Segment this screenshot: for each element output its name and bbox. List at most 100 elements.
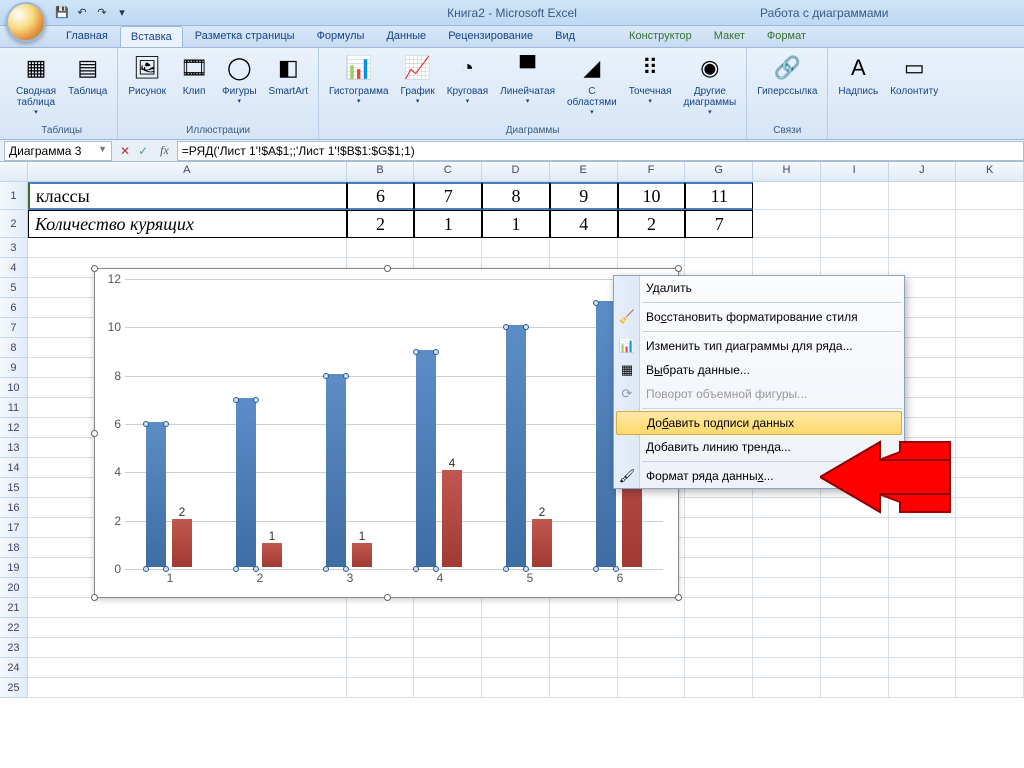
cell[interactable] (28, 618, 347, 638)
cell[interactable] (956, 398, 1024, 418)
cell[interactable] (482, 618, 550, 638)
cell[interactable] (821, 658, 889, 678)
cell-A2[interactable]: Количество курящих (28, 210, 347, 238)
cell[interactable] (347, 618, 415, 638)
row-header[interactable]: 12 (0, 418, 28, 438)
header-footer-button[interactable]: ▭Колонтиту (886, 50, 942, 99)
line-chart-button[interactable]: 📈График▾ (397, 50, 439, 107)
cell[interactable] (956, 498, 1024, 518)
cell[interactable] (889, 638, 957, 658)
row-header[interactable]: 14 (0, 458, 28, 478)
row-header[interactable]: 15 (0, 478, 28, 498)
col-header[interactable]: B (347, 162, 415, 181)
row-header[interactable]: 24 (0, 658, 28, 678)
row-header[interactable]: 16 (0, 498, 28, 518)
cell[interactable] (956, 338, 1024, 358)
shapes-button[interactable]: ◯Фигуры▾ (218, 50, 260, 107)
row-header[interactable]: 1 (0, 182, 28, 210)
cell[interactable] (414, 618, 482, 638)
chart-bar-series2[interactable] (442, 470, 462, 567)
cell[interactable] (618, 598, 686, 618)
cell[interactable] (753, 658, 821, 678)
bar-chart-button[interactable]: ▀Линейчатая▾ (496, 50, 559, 107)
hyperlink-button[interactable]: 🔗Гиперссылка (753, 50, 821, 99)
qat-dropdown-icon[interactable]: ▾ (114, 5, 130, 21)
chart-bar-series1[interactable] (146, 422, 166, 567)
chart-bar-series2[interactable] (172, 519, 192, 567)
select-all-corner[interactable] (0, 162, 28, 181)
cell[interactable] (956, 578, 1024, 598)
cell[interactable] (889, 238, 957, 258)
cell[interactable] (956, 618, 1024, 638)
cell[interactable] (956, 438, 1024, 458)
cell[interactable] (347, 678, 415, 698)
row-header[interactable]: 22 (0, 618, 28, 638)
row-header[interactable]: 18 (0, 538, 28, 558)
cell[interactable] (821, 238, 889, 258)
cell[interactable] (821, 182, 889, 210)
cell[interactable] (550, 678, 618, 698)
cell[interactable] (482, 598, 550, 618)
row-header[interactable]: 19 (0, 558, 28, 578)
chart-bar-series1[interactable] (326, 374, 346, 567)
cell[interactable] (618, 678, 686, 698)
name-box[interactable]: Диаграмма 3 ▼ (4, 141, 112, 161)
column-chart-button[interactable]: 📊Гистограмма▾ (325, 50, 393, 107)
cell[interactable] (28, 658, 347, 678)
ctx-select-data[interactable]: ▦Выбрать данные... (614, 358, 904, 382)
row-header[interactable]: 23 (0, 638, 28, 658)
chart-bar-series2[interactable] (352, 543, 372, 567)
cell-C1[interactable]: 7 (414, 182, 482, 210)
cell[interactable] (821, 210, 889, 238)
tab-home[interactable]: Главная (56, 26, 118, 47)
col-header[interactable]: D (482, 162, 550, 181)
textbox-button[interactable]: AНадпись (834, 50, 882, 99)
cell[interactable] (956, 418, 1024, 438)
cell[interactable] (550, 638, 618, 658)
cell[interactable] (889, 598, 957, 618)
row-header[interactable]: 2 (0, 210, 28, 238)
row-header[interactable]: 25 (0, 678, 28, 698)
cell[interactable] (414, 678, 482, 698)
pivot-table-button[interactable]: ▦Сводная таблица▾ (12, 50, 60, 118)
row-header[interactable]: 9 (0, 358, 28, 378)
cell[interactable] (753, 558, 821, 578)
cell[interactable] (685, 598, 753, 618)
cell[interactable] (685, 498, 753, 518)
cell[interactable] (821, 678, 889, 698)
cell[interactable] (685, 658, 753, 678)
worksheet-grid[interactable]: A B C D E F G H I J K 1 классы 6 7 8 9 1… (0, 162, 1024, 698)
col-header[interactable]: K (956, 162, 1024, 181)
cell[interactable] (685, 618, 753, 638)
cell[interactable] (347, 598, 415, 618)
cell[interactable] (753, 518, 821, 538)
ctx-reset-style[interactable]: 🧹Восстановить форматирование стиля (614, 305, 904, 329)
cell[interactable] (956, 210, 1024, 238)
ctx-change-type[interactable]: 📊Изменить тип диаграммы для ряда... (614, 334, 904, 358)
cell[interactable] (753, 618, 821, 638)
cell[interactable] (956, 558, 1024, 578)
other-charts-button[interactable]: ◉Другие диаграммы▾ (680, 50, 741, 118)
col-header[interactable]: G (685, 162, 753, 181)
cell[interactable] (956, 678, 1024, 698)
cell[interactable] (889, 678, 957, 698)
cell[interactable] (956, 458, 1024, 478)
cell[interactable] (956, 258, 1024, 278)
col-header[interactable]: H (753, 162, 821, 181)
col-header[interactable]: J (889, 162, 957, 181)
table-button[interactable]: ▤Таблица (64, 50, 111, 99)
cell[interactable] (347, 658, 415, 678)
cell[interactable] (956, 658, 1024, 678)
cell[interactable] (821, 578, 889, 598)
clip-button[interactable]: 🎞Клип (174, 50, 214, 99)
col-header[interactable]: I (821, 162, 889, 181)
cell[interactable] (889, 210, 957, 238)
cell[interactable] (956, 238, 1024, 258)
pie-chart-button[interactable]: ◔Круговая▾ (443, 50, 492, 107)
cell[interactable] (956, 378, 1024, 398)
cell-B1[interactable]: 6 (347, 182, 415, 210)
cell-D1[interactable]: 8 (482, 182, 550, 210)
cell[interactable] (821, 538, 889, 558)
cell[interactable] (347, 638, 415, 658)
cell[interactable] (414, 598, 482, 618)
